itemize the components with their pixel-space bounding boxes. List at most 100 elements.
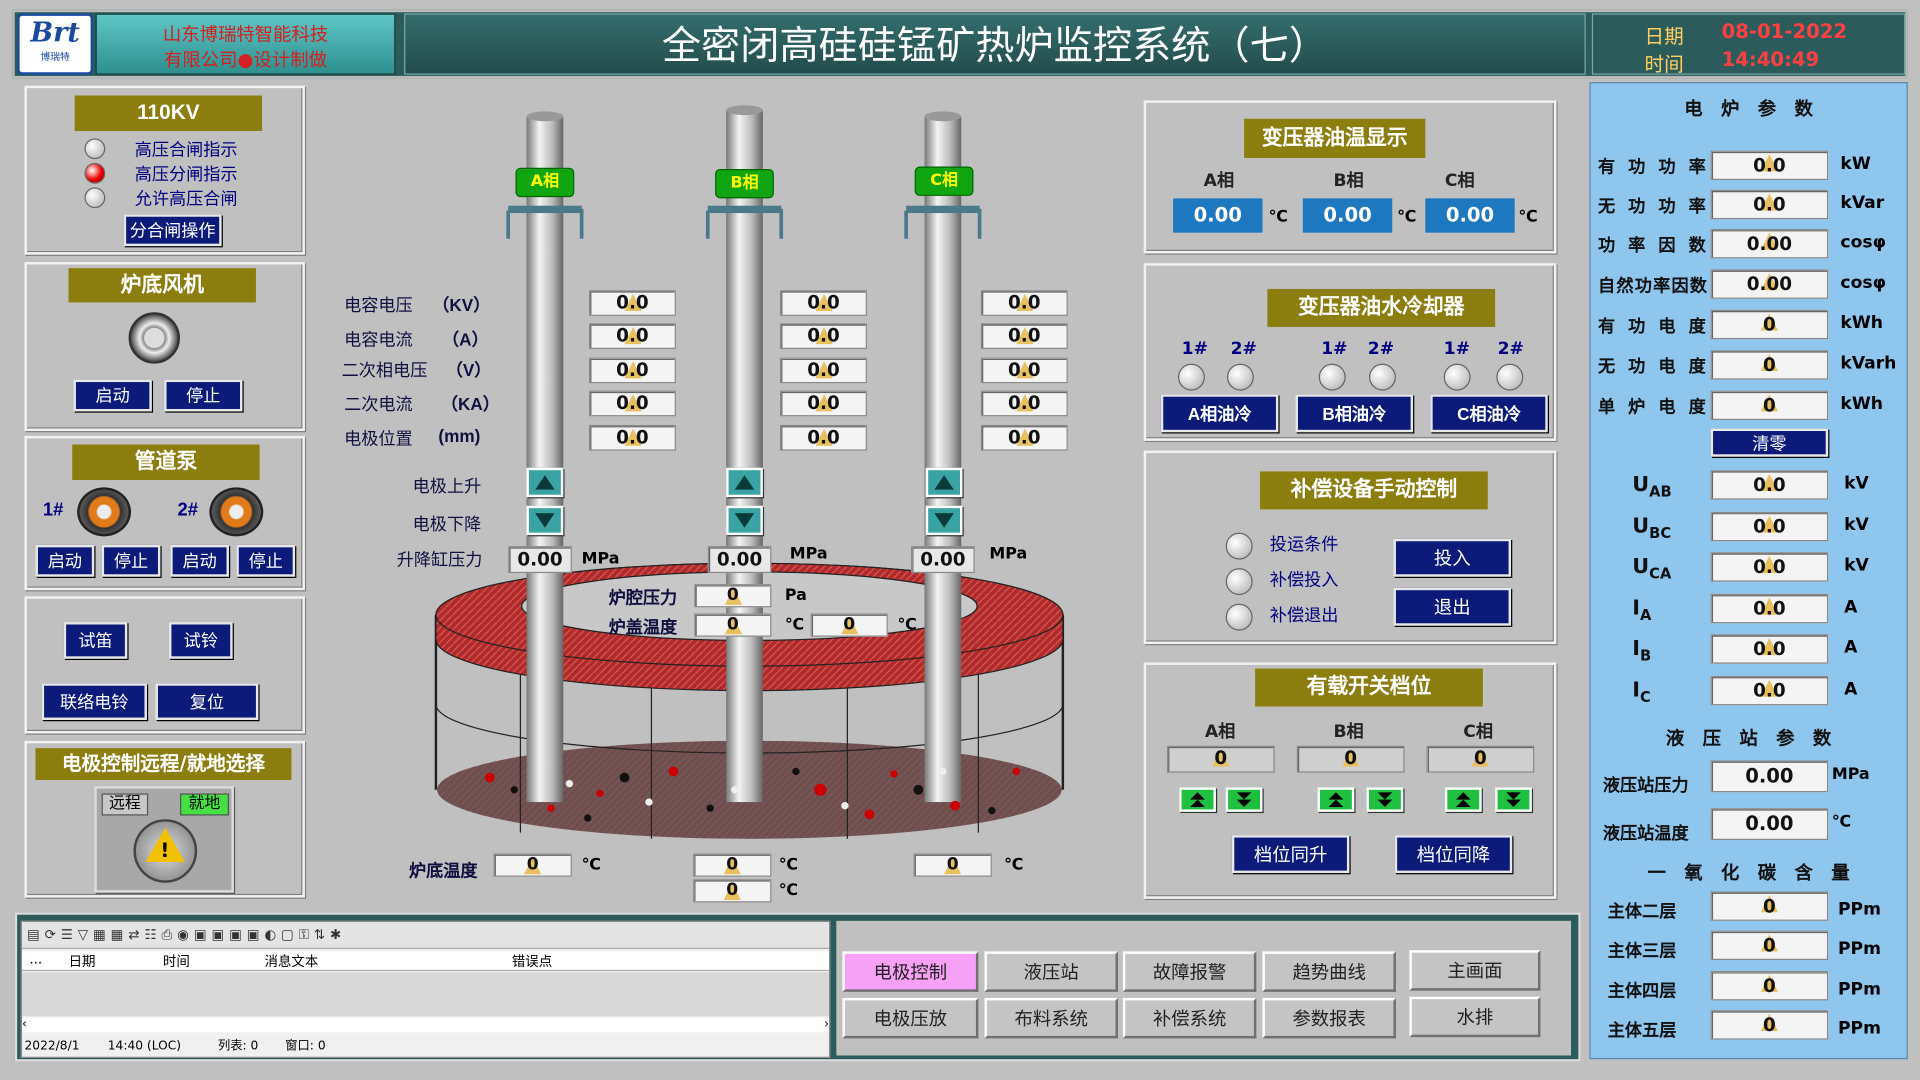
electrode-pos-label: 电极位置 (344, 429, 413, 450)
toolbar-icon-16[interactable]: ▢ (281, 927, 299, 943)
tap-raise-all-button[interactable]: 档位同升 (1231, 835, 1350, 874)
b-electrode-up-button[interactable] (726, 467, 763, 498)
hv-open-label: 高压分闸指示 (134, 165, 238, 185)
lid-temp-value-1: 0 (694, 613, 772, 637)
toolbar-icon-4[interactable]: ▽ (78, 927, 93, 943)
nav-report[interactable]: 参数报表 (1262, 997, 1396, 1039)
clear-button[interactable]: 清零 (1710, 428, 1829, 457)
toolbar-icon-15[interactable]: ◐ (264, 927, 281, 943)
nav-main[interactable]: 主画面 (1409, 950, 1541, 991)
tap-a-down-button[interactable] (1225, 787, 1263, 812)
remote-local-switch[interactable]: 远程 就地 ! (94, 786, 234, 893)
toolbar-icon-5[interactable]: ▦ (93, 927, 111, 943)
toolbar-icon-8[interactable]: ☷ (144, 927, 161, 943)
pump2-stop-button[interactable]: 停止 (236, 544, 296, 577)
col-message[interactable]: 消息文本 (264, 951, 318, 971)
date-value: 08-01-2022 (1721, 19, 1847, 43)
alarm-hscrollbar[interactable]: ‹ › (22, 1017, 829, 1033)
switch-operation-button[interactable]: 分合闸操作 (123, 214, 222, 247)
toolbar-icon-14[interactable]: ▣ (247, 927, 265, 943)
c-oil-cool-button[interactable]: C相油冷 (1430, 394, 1548, 433)
toolbar-icon-13[interactable]: ▣ (229, 927, 247, 943)
pump2-start-button[interactable]: 启动 (170, 544, 229, 577)
furnace-params-title: 电 炉 参 数 (1684, 97, 1813, 121)
c-electrode-up-button[interactable] (925, 467, 963, 498)
b-electrode-down-button[interactable] (726, 505, 763, 536)
hv-allow-label: 允许高压合闸 (134, 189, 238, 210)
b-oil-cool-button[interactable]: B相油冷 (1295, 394, 1414, 433)
fan-stop-button[interactable]: 停止 (164, 379, 243, 412)
test-bell-button[interactable]: 试铃 (168, 622, 233, 659)
nav-water[interactable]: 水排 (1409, 996, 1541, 1038)
alarm-list[interactable] (22, 972, 829, 1017)
param-unit: kVarh (1840, 353, 1897, 374)
nav-hydraulic[interactable]: 液压站 (984, 951, 1118, 992)
a-electrode-up-button[interactable] (526, 467, 564, 498)
nav-trend[interactable]: 趋势曲线 (1262, 951, 1396, 992)
toolbar-icon-9[interactable]: ⎙ (161, 927, 177, 943)
toolbar-icon-10[interactable]: ◉ (177, 927, 194, 943)
comp-on-label: 补偿投入 (1269, 570, 1339, 591)
nav-electrode-slip[interactable]: 电极压放 (842, 997, 979, 1039)
lid-temp-unit-2: ℃ (897, 615, 917, 635)
toolbar-icon-17[interactable]: ⚿ (299, 927, 314, 943)
toolbar-icon-2[interactable]: ⟳ (45, 927, 61, 943)
b-sec-voltage: 0.0 (780, 357, 867, 384)
hydraulic-unit: MPa (1831, 765, 1870, 784)
toolbar-icon-7[interactable]: ⇄ (128, 927, 144, 943)
param-unit: cosφ (1840, 232, 1886, 253)
b-cylinder-pressure: 0.00 (707, 546, 772, 574)
comp-off-button[interactable]: 退出 (1393, 587, 1512, 626)
c-cylinder-pressure: 0.00 (911, 546, 975, 574)
toolbar-icon-1[interactable]: ▤ (27, 927, 45, 943)
elec-value: 0.0 (1710, 634, 1829, 664)
toolbar-icon-19[interactable]: ✱ (330, 927, 346, 943)
a-electrode-down-button[interactable] (526, 505, 564, 536)
reset-button[interactable]: 复位 (155, 683, 259, 721)
toolbar-icon-12[interactable]: ▣ (211, 927, 229, 943)
co-unit: PPm (1837, 939, 1881, 959)
test-horn-button[interactable]: 试笛 (63, 622, 128, 659)
comp-condition-indicator (1225, 532, 1253, 560)
contact-bell-button[interactable]: 联络电铃 (41, 683, 147, 721)
pump1-start-button[interactable]: 启动 (35, 544, 95, 577)
a-sec-voltage: 0.0 (588, 357, 676, 384)
lid-temp-unit-1: ℃ (784, 615, 805, 635)
a-oil-cool-button[interactable]: A相油冷 (1160, 394, 1279, 433)
a-cylinder-pressure: 0.00 (508, 546, 572, 574)
comp-on-button[interactable]: 投入 (1393, 538, 1512, 577)
comp-on-indicator (1225, 568, 1253, 596)
nav-compensation[interactable]: 补偿系统 (1122, 997, 1257, 1039)
co-label: 主体三层 (1607, 941, 1677, 962)
page-title: 全密闭高硅硅锰矿热炉监控系统（七） (404, 13, 1586, 75)
tap-b-up-button[interactable] (1317, 787, 1355, 812)
fan-start-button[interactable]: 启动 (73, 379, 152, 412)
toolbar-icon-18[interactable]: ⇅ (314, 927, 330, 943)
pump1-stop-button[interactable]: 停止 (101, 544, 161, 577)
toolbar-icon-3[interactable]: ☰ (61, 927, 78, 943)
toolbar-icon-11[interactable]: ▣ (194, 927, 212, 943)
param-value: 0 (1710, 350, 1829, 380)
local-label: 就地 (180, 793, 229, 816)
tap-c-down-button[interactable] (1495, 787, 1532, 812)
col-time[interactable]: 时间 (163, 951, 190, 971)
hydraulic-title: 液 压 站 参 数 (1665, 727, 1832, 750)
datetime-box: 日期 08-01-2022 时间 14:40:49 (1591, 13, 1906, 76)
elec-unit: kV (1844, 515, 1869, 536)
tap-lower-all-button[interactable]: 档位同降 (1394, 835, 1513, 874)
toolbar-icon-6[interactable]: ▦ (111, 927, 129, 943)
col-date[interactable]: 日期 (69, 951, 96, 971)
date-label: 日期 (1644, 24, 1684, 48)
nav-feeding[interactable]: 布料系统 (984, 997, 1118, 1039)
c-electrode-down-button[interactable] (925, 505, 963, 536)
cap-current-label: 电容电流 (344, 330, 413, 351)
param-label: 自然功率因数 (1597, 276, 1707, 297)
col-index[interactable]: ... (29, 951, 42, 967)
nav-fault-alarm[interactable]: 故障报警 (1122, 951, 1257, 992)
co-value: 0 (1710, 1010, 1829, 1040)
tap-b-down-button[interactable] (1366, 787, 1404, 812)
col-error[interactable]: 错误点 (512, 951, 552, 971)
tap-c-up-button[interactable] (1444, 787, 1482, 812)
tap-a-up-button[interactable] (1179, 787, 1216, 812)
nav-electrode-control[interactable]: 电极控制 (842, 951, 979, 992)
